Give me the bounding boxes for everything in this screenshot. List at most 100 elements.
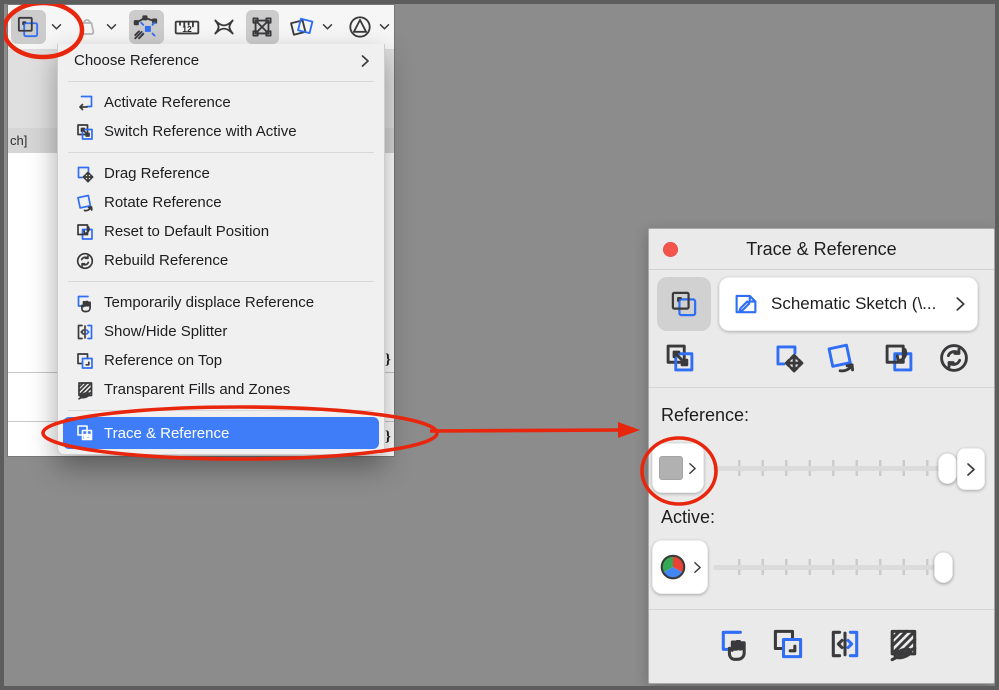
trace-reference-icon (18, 16, 39, 38)
submenu-arrow-icon (361, 54, 369, 67)
palette-title: Trace & Reference (746, 238, 897, 259)
edit-handles-icon (252, 17, 272, 37)
trace-reference-menu-chevron[interactable] (49, 21, 64, 33)
rotated-squares-icon (290, 17, 314, 36)
menu-item-rebuild-reference[interactable]: Rebuild Reference (58, 246, 384, 275)
rebuild-reference-icon (76, 252, 94, 269)
transparent-fills-button[interactable] (884, 625, 922, 663)
menu-item-switch-reference-with-active[interactable]: Switch Reference with Active (58, 117, 384, 146)
palette-title-bar[interactable]: Trace & Reference (649, 229, 994, 270)
chevron-right-icon (694, 561, 701, 573)
menu-item-label: Transparent Fills and Zones (104, 381, 291, 398)
menu-item-label: Temporarily displace Reference (104, 294, 315, 311)
reference-source-button[interactable]: Schematic Sketch (\... (719, 277, 978, 331)
splitter-icon (831, 630, 859, 658)
menu-separator (58, 404, 384, 417)
menu-item-reset-to-default-position[interactable]: Reset to Default Position (58, 217, 384, 246)
trace-reference-toolbar-button[interactable] (11, 10, 46, 44)
menu-item-temporarily-displace-reference[interactable]: Temporarily displace Reference (58, 288, 384, 317)
menu-item-label: Show/Hide Splitter (104, 323, 228, 340)
reset-position-icon (885, 344, 913, 372)
displace-reference-icon (77, 295, 91, 312)
reference-on-top-button[interactable] (769, 625, 807, 663)
reference-section-label: Reference: (661, 405, 750, 425)
clipped-content-glyph: } (385, 352, 391, 368)
menu-item-label: Switch Reference with Active (104, 123, 297, 140)
measure-toolbar-button[interactable]: 12 (171, 10, 202, 44)
menu-item-label: Activate Reference (104, 94, 231, 111)
chevron-down-icon (106, 24, 117, 30)
chevron-down-icon (379, 24, 390, 30)
slider-track (713, 465, 953, 471)
menu-item-rotate-reference[interactable]: Rotate Reference (58, 188, 384, 217)
menu-item-label: Drag Reference (104, 165, 210, 182)
rotate-reference-button[interactable] (822, 339, 860, 377)
palette-separator (649, 387, 994, 388)
menu-item-drag-reference[interactable]: Drag Reference (58, 159, 384, 188)
reference-color-swatch (659, 456, 683, 480)
reference-opacity-slider[interactable] (713, 448, 957, 488)
measure-label: 12 (182, 24, 192, 34)
active-color-button[interactable] (652, 540, 708, 594)
edit-handles-toolbar-button[interactable] (245, 10, 279, 44)
activate-reference-icon (79, 95, 93, 110)
marquee-toolbar-button[interactable] (209, 10, 238, 44)
gravity-weight-icon (80, 19, 95, 35)
view-tab-label[interactable]: ch] (10, 133, 27, 148)
transparent-fills-icon (890, 629, 917, 662)
splitter-icon (77, 324, 93, 339)
menu-item-trace-and-reference[interactable]: Trace & Reference (63, 417, 379, 449)
displace-reference-button[interactable] (716, 625, 754, 663)
splitter-button[interactable] (826, 625, 864, 663)
slider-thumb[interactable] (934, 551, 953, 583)
chevron-right-icon (956, 297, 965, 311)
color-pie-icon (660, 554, 686, 580)
switch-reference-icon (77, 123, 93, 140)
chevron-down-icon (51, 24, 62, 30)
menu-item-activate-reference[interactable]: Activate Reference (58, 88, 384, 117)
gravity-menu-chevron[interactable] (104, 21, 119, 33)
trace-toggle-button[interactable] (657, 277, 711, 331)
trace-reference-dropdown-menu: Choose Reference Activate Reference Swit… (57, 44, 385, 455)
menu-item-reference-on-top[interactable]: Reference on Top (58, 346, 384, 375)
orientation-toolbar-button[interactable] (345, 10, 374, 44)
arrow-menu-to-palette (429, 428, 622, 433)
drag-reference-icon (77, 166, 94, 182)
rotated-squares-menu-chevron[interactable] (320, 21, 335, 33)
menu-item-choose-reference[interactable]: Choose Reference (58, 46, 384, 75)
gravity-toolbar-button[interactable] (74, 10, 102, 44)
reference-source-label: Schematic Sketch (\... (771, 294, 937, 313)
drag-reference-button[interactable] (770, 339, 808, 377)
chevron-right-icon (967, 462, 975, 476)
menu-item-label: Choose Reference (74, 52, 200, 69)
menu-item-show-hide-splitter[interactable]: Show/Hide Splitter (58, 317, 384, 346)
slider-thumb[interactable] (938, 452, 957, 484)
reference-color-button[interactable] (652, 443, 704, 493)
rotated-squares-toolbar-button[interactable] (288, 10, 317, 44)
active-section-label: Active: (661, 507, 716, 527)
measure-icon: 12 (174, 20, 199, 35)
switch-reference-button[interactable] (661, 339, 699, 377)
menu-item-label: Rotate Reference (104, 194, 222, 211)
palette-separator (649, 609, 994, 610)
trace-reference-palette: Trace & Reference Schematic Sketch (\... (648, 228, 995, 684)
close-button[interactable] (663, 242, 678, 257)
orientation-menu-chevron[interactable] (377, 21, 392, 33)
rebuild-reference-button[interactable] (935, 339, 973, 377)
menu-item-transparent-fills-and-zones[interactable]: Transparent Fills and Zones (58, 375, 384, 404)
reference-expand-button[interactable] (957, 448, 985, 490)
slider-track (713, 564, 949, 570)
menu-separator (58, 146, 384, 159)
rebuild-reference-icon (940, 344, 968, 372)
clipped-content-glyph: } (385, 429, 391, 445)
virtual-trace-toolbar-button[interactable] (128, 10, 164, 44)
arrow-head (618, 422, 640, 438)
menu-item-label: Rebuild Reference (104, 252, 229, 269)
active-opacity-slider[interactable] (713, 547, 953, 587)
rotate-reference-icon (827, 343, 855, 373)
chevron-right-icon (689, 462, 696, 474)
displace-reference-icon (721, 630, 746, 661)
menu-item-label: Trace & Reference (104, 424, 230, 442)
trace-reference-icon (671, 291, 697, 317)
reset-position-button[interactable] (880, 339, 918, 377)
